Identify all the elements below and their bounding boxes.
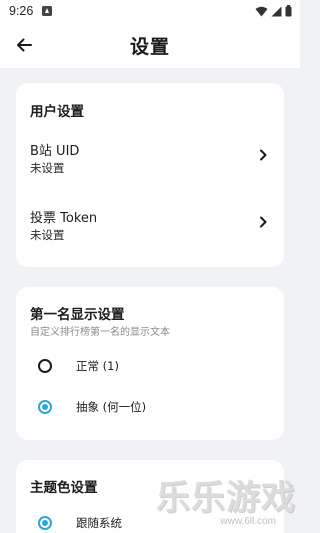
rank-display-subtitle: 自定义排行榜第一名的显示文本 bbox=[30, 327, 170, 338]
wifi-icon bbox=[255, 6, 268, 16]
user-settings-title: 用户设置 bbox=[30, 104, 84, 120]
bilibili-uid-label: B站 UID bbox=[30, 144, 80, 159]
chevron-right-icon bbox=[260, 149, 267, 161]
rank-display-title: 第一名显示设置 bbox=[30, 307, 125, 323]
bilibili-uid-value: 未设置 bbox=[30, 161, 65, 175]
vote-token-row[interactable]: 投票 Token 未设置 bbox=[16, 201, 284, 249]
status-time: 9:26 bbox=[9, 4, 34, 18]
app-bar: 设置 bbox=[0, 22, 300, 68]
radio-button[interactable] bbox=[38, 400, 52, 414]
theme-settings-card: 主题色设置 跟随系统 bbox=[16, 460, 284, 533]
chevron-right-icon bbox=[260, 216, 267, 228]
radio-option-label: 跟随系统 bbox=[76, 516, 122, 530]
cellular-signal-icon bbox=[271, 6, 282, 16]
bilibili-uid-row[interactable]: B站 UID 未设置 bbox=[16, 134, 284, 182]
arrow-left-icon bbox=[17, 38, 32, 52]
rank-display-card: 第一名显示设置 自定义排行榜第一名的显示文本 正常 (1) 抽象 (何一位) bbox=[16, 287, 284, 440]
radio-option-label: 正常 (1) bbox=[76, 359, 119, 373]
page-title: 设置 bbox=[129, 35, 170, 58]
back-button[interactable] bbox=[12, 33, 36, 57]
vote-token-value: 未设置 bbox=[30, 228, 65, 242]
radio-option-normal[interactable]: 正常 (1) bbox=[16, 348, 284, 384]
radio-button[interactable] bbox=[38, 359, 52, 373]
theme-settings-title: 主题色设置 bbox=[30, 480, 98, 496]
radio-option-follow-system[interactable]: 跟随系统 bbox=[16, 505, 284, 533]
status-icons bbox=[255, 5, 292, 17]
vote-token-label: 投票 Token bbox=[30, 211, 98, 226]
radio-option-abstract[interactable]: 抽象 (何一位) bbox=[16, 389, 284, 425]
user-settings-card: 用户设置 B站 UID 未设置 投票 Token 未设置 bbox=[16, 83, 284, 267]
battery-icon bbox=[285, 5, 292, 17]
notification-icon bbox=[42, 6, 53, 16]
radio-option-label: 抽象 (何一位) bbox=[76, 400, 147, 414]
status-bar: 9:26 bbox=[0, 0, 300, 22]
radio-button[interactable] bbox=[38, 516, 52, 530]
